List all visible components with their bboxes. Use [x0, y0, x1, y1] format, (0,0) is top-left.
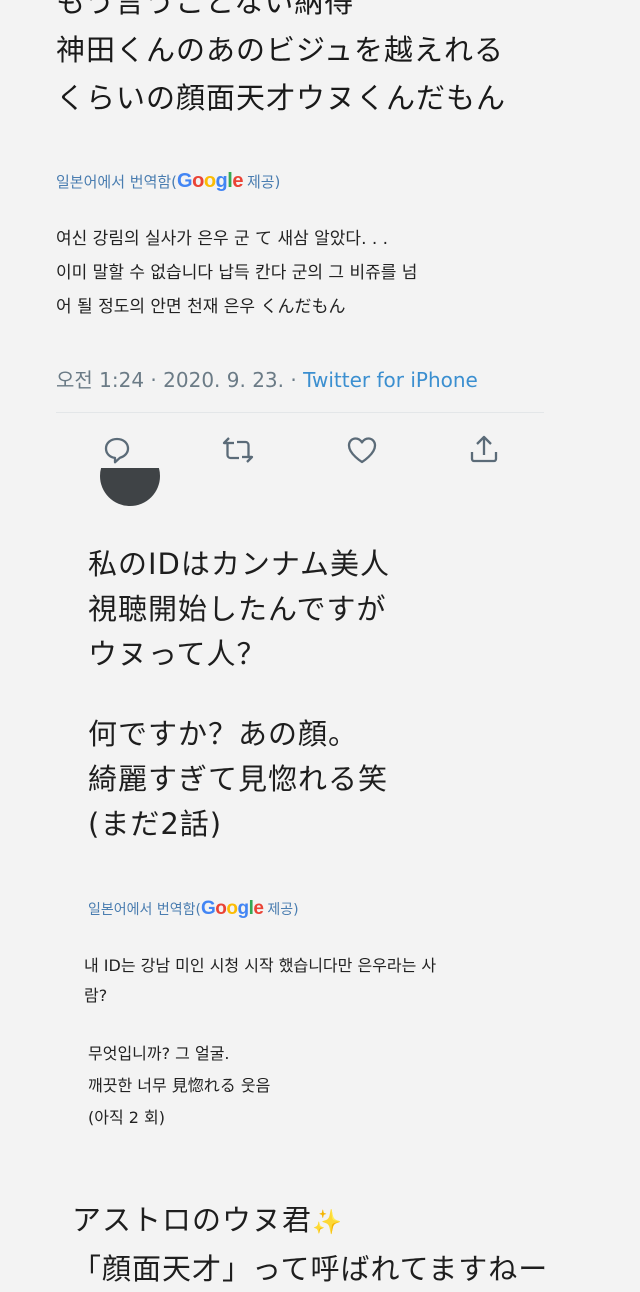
translation-text: 여신 강림의 실사가 은우 군 て 새삼 알았다. . . 이미 말할 수 없습… [56, 224, 636, 322]
divider [56, 412, 544, 413]
tweet-text-line: もう言うことない納得 [56, 0, 355, 19]
retweet-icon[interactable] [220, 434, 256, 466]
post-text: アストロのウヌ君✨ 「顔面天才」って呼ばれてますねー [72, 1198, 640, 1292]
translation-line: 람? [84, 986, 108, 1005]
post-text: 何ですか？あの顔。 綺麗すぎて見惚れる笑 (まだ2話) [88, 712, 628, 847]
post-text-line: (まだ2話) [88, 807, 223, 841]
post-text-line: 「顔面天才」って呼ばれてますねー [72, 1252, 549, 1286]
translation-line: 여신 강림의 실사가 은우 군 て 새삼 알았다. . . [56, 229, 389, 249]
tweet-source-link[interactable]: Twitter for iPhone [303, 368, 478, 392]
post-text-line: ウヌって人？ [88, 637, 267, 671]
translation-line: 깨끗한 너무 見惚れる 웃음 [88, 1076, 271, 1095]
post-text-line: 綺麗すぎて見惚れる笑 [88, 762, 389, 796]
translation-line: 어 될 정도의 안면 천재 은우 くんだもん [56, 297, 346, 317]
post-text-line: 私のIDはカンナム美人 [88, 547, 391, 581]
translation-line: 이미 말할 수 없습니다 납득 칸다 군의 그 비쥬를 넘 [56, 263, 418, 283]
translate-label: 일본어에서 번역함( [56, 173, 178, 191]
tweet-meta: 오전 1:24 · 2020. 9. 23. · Twitter for iPh… [56, 364, 478, 393]
tweet-text: もう言うことない納得 神田くんのあのビジュを越えれる くらいの顔面天才ウヌくんだ… [56, 0, 636, 122]
translation-text: 무엇입니까? 그 얼굴. 깨끗한 너무 見惚れる 웃음 (아직 2 회) [88, 1038, 628, 1134]
google-logo: Google [177, 170, 243, 192]
translate-label: 일본어에서 번역함( [88, 902, 201, 918]
translation-line: 내 ID는 강남 미인 시청 시작 했습니다만 은우라는 사 [84, 956, 437, 975]
translation-line: (아직 2 회) [88, 1108, 165, 1127]
translate-suffix: 제공) [246, 173, 281, 191]
like-icon[interactable] [345, 434, 379, 466]
translation-line: 무엇입니까? 그 얼굴. [88, 1044, 230, 1063]
reply-icon[interactable] [101, 434, 133, 466]
post-text-line: アストロのウヌ君✨ [72, 1203, 343, 1237]
tweet-text-line: 神田くんのあのビジュを越えれる [56, 33, 504, 67]
avatar[interactable] [100, 468, 160, 510]
tweet-text-line: くらいの顔面天才ウヌくんだもん [56, 81, 507, 115]
translation-text: 내 ID는 강남 미인 시청 시작 했습니다만 은우라는 사 람? [84, 952, 624, 1010]
translated-by-google[interactable]: 일본어에서 번역함( Google 제공) [88, 898, 299, 920]
google-logo: Google [200, 898, 264, 919]
sparkles-icon: ✨ [312, 1208, 343, 1236]
translated-by-google[interactable]: 일본어에서 번역함( Google 제공) [56, 170, 280, 193]
translate-suffix: 제공) [267, 902, 299, 918]
share-icon[interactable] [467, 432, 501, 466]
timestamp: 오전 1:24 · 2020. 9. 23. · [56, 368, 304, 392]
post-text-line: 何ですか？あの顔。 [88, 717, 359, 751]
post-text-line: 視聴開始したんですが [88, 592, 387, 626]
post-text: 私のIDはカンナム美人 視聴開始したんですが ウヌって人？ [88, 542, 628, 677]
